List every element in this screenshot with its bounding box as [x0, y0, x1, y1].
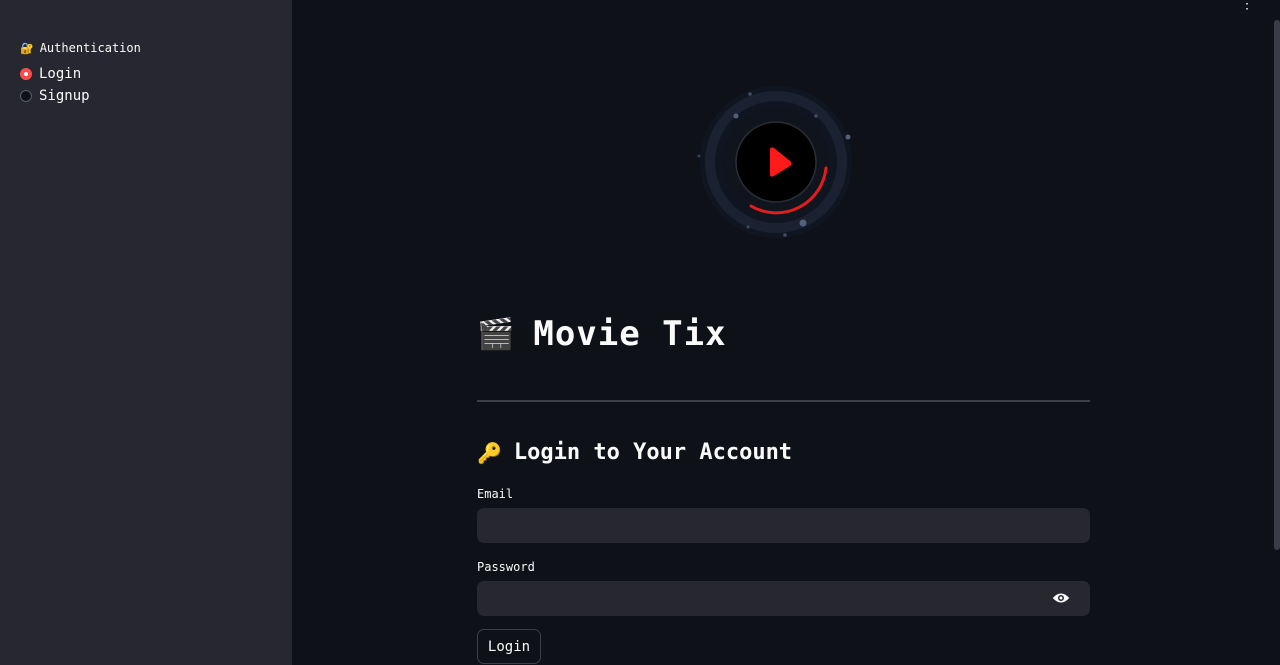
scrollbar[interactable]: [1274, 20, 1280, 550]
radio-option-signup[interactable]: Signup: [20, 88, 90, 104]
password-field[interactable]: [477, 581, 1090, 616]
radio-button-login[interactable]: [20, 68, 32, 80]
radio-label-signup: Signup: [39, 88, 90, 104]
radio-label-login: Login: [39, 66, 82, 82]
main-content: ⋮ 🎬 Movie Tix 🔑 Login to Your Account Em…: [292, 0, 1280, 665]
clapperboard-icon: 🎬: [477, 316, 516, 352]
app-logo: [697, 86, 852, 238]
page-title: 🎬 Movie Tix: [477, 314, 727, 354]
app-root: 🔐 Authentication Login Signup ⋮ 🎬 Movie …: [0, 0, 1280, 665]
lock-icon: 🔐: [20, 41, 34, 55]
password-label: Password: [477, 560, 535, 574]
radio-option-login[interactable]: Login: [20, 66, 81, 82]
sidebar: 🔐 Authentication Login Signup: [0, 0, 292, 665]
sidebar-title: 🔐 Authentication: [20, 41, 141, 55]
section-title-text: Login to Your Account: [513, 440, 793, 465]
page-title-text: Movie Tix: [533, 314, 727, 354]
key-icon: 🔑: [477, 440, 502, 465]
email-label: Email: [477, 487, 514, 501]
radio-button-signup[interactable]: [20, 90, 32, 102]
section-title: 🔑 Login to Your Account: [477, 440, 792, 465]
divider: [477, 400, 1090, 402]
login-button[interactable]: Login: [477, 629, 541, 664]
eye-icon[interactable]: [1052, 590, 1070, 606]
email-field[interactable]: [477, 508, 1090, 543]
sidebar-title-label: Authentication: [39, 41, 141, 55]
kebab-menu-icon[interactable]: ⋮: [1240, 0, 1254, 11]
